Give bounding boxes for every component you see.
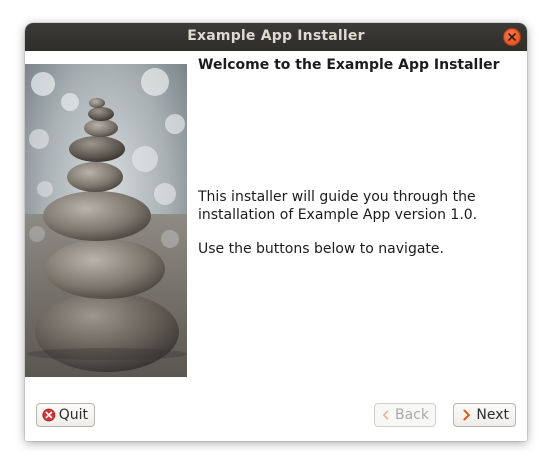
- quit-button[interactable]: Quit: [36, 403, 95, 427]
- chevron-right-icon: [463, 409, 470, 421]
- next-button[interactable]: Next: [453, 403, 516, 427]
- installer-window: Example App Installer Welcome to the Exa…: [25, 23, 527, 441]
- stacked-stones-image: [25, 64, 187, 377]
- wizard-page: Welcome to the Example App Installer Thi…: [25, 51, 527, 441]
- chevron-left-icon: [382, 410, 389, 420]
- window-title: Example App Installer: [187, 28, 365, 44]
- description-line-2: installation of Example App version 1.0.: [198, 207, 478, 223]
- quit-button-label: Quit: [58, 407, 88, 423]
- description-line-1: This installer will guide you through th…: [198, 189, 476, 205]
- navigation-hint: Use the buttons below to navigate.: [198, 241, 444, 257]
- back-button[interactable]: Back: [374, 403, 436, 427]
- close-icon: [508, 33, 516, 41]
- page-heading: Welcome to the Example App Installer: [198, 57, 500, 73]
- back-button-label: Back: [395, 407, 429, 423]
- quit-icon: [42, 408, 56, 422]
- close-button[interactable]: [504, 29, 520, 45]
- next-button-label: Next: [476, 407, 509, 423]
- title-bar[interactable]: Example App Installer: [25, 23, 527, 51]
